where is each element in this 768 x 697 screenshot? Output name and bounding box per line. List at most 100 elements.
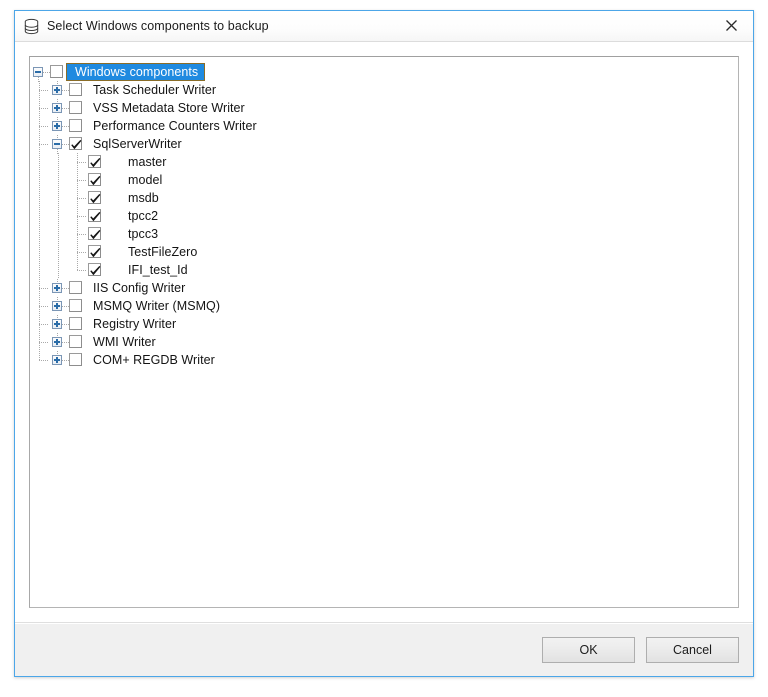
tree-guide (68, 243, 87, 261)
cancel-button[interactable]: Cancel (646, 636, 739, 663)
tree-guide (68, 171, 87, 189)
tree-expand-toggle[interactable] (49, 315, 69, 333)
ok-button[interactable]: OK (542, 636, 635, 663)
checkbox-box (69, 281, 82, 294)
tree-collapse-toggle[interactable] (49, 135, 69, 154)
tree-item-checkbox[interactable] (87, 261, 103, 279)
tree-item[interactable]: Task Scheduler Writer (30, 81, 738, 99)
tree-guide (49, 171, 68, 189)
tree-item-checkbox[interactable] (87, 153, 103, 171)
close-icon (725, 20, 737, 31)
check-icon (90, 157, 101, 168)
tree-guide (49, 189, 68, 207)
tree-guide (49, 225, 68, 243)
tree-item[interactable]: TestFileZero (30, 243, 738, 261)
database-icon (24, 18, 39, 34)
checkbox-box (88, 155, 101, 168)
tree-item-root[interactable]: Windows components (30, 63, 738, 82)
tree-item[interactable]: Registry Writer (30, 315, 738, 333)
tree-item-checkbox[interactable] (87, 189, 103, 207)
tree-item-label: TestFileZero (128, 245, 198, 259)
tree-item-label: Windows components (66, 63, 206, 81)
plus-icon (52, 301, 62, 311)
tree-guide (30, 171, 49, 189)
select-components-dialog: Select Windows components to backup Wind… (14, 10, 754, 677)
tree-item-checkbox[interactable] (87, 243, 103, 261)
checkbox-box (88, 227, 101, 240)
tree-item[interactable]: Performance Counters Writer (30, 117, 738, 135)
dialog-body: Windows components Task Scheduler Writer V… (15, 42, 753, 622)
tree-item-checkbox[interactable] (87, 207, 103, 225)
tree-item-checkbox[interactable] (68, 279, 84, 297)
checkbox-box (88, 245, 101, 258)
plus-icon (52, 121, 62, 131)
tree-expand-toggle[interactable] (49, 81, 69, 99)
tree-item-label: Performance Counters Writer (93, 119, 257, 133)
tree-expand-toggle[interactable] (49, 297, 69, 315)
dialog-footer: OK Cancel (15, 622, 753, 676)
tree-item-checkbox[interactable] (87, 171, 103, 189)
tree-item[interactable]: MSMQ Writer (MSMQ) (30, 297, 738, 315)
tree-guide (30, 279, 49, 297)
plus-icon (52, 337, 62, 347)
tree-item-checkbox[interactable] (68, 99, 84, 117)
tree-item[interactable]: model (30, 171, 738, 189)
tree-item-checkbox[interactable] (68, 333, 84, 351)
tree-item[interactable]: COM+ REGDB Writer (30, 351, 738, 369)
tree-item[interactable]: IIS Config Writer (30, 279, 738, 297)
tree-item-checkbox[interactable] (68, 315, 84, 333)
tree-guide (30, 261, 49, 279)
check-icon (90, 265, 101, 276)
tree-item-checkbox[interactable] (87, 225, 103, 243)
tree-item[interactable]: IFI_test_Id (30, 261, 738, 279)
check-icon (90, 229, 101, 240)
tree-item[interactable]: msdb (30, 189, 738, 207)
tree-item[interactable]: master (30, 153, 738, 171)
components-tree[interactable]: Windows components Task Scheduler Writer V… (29, 56, 739, 608)
checkbox-box (88, 191, 101, 204)
tree-collapse-toggle[interactable] (30, 63, 50, 82)
tree-guide (30, 225, 49, 243)
tree-expand-toggle[interactable] (49, 333, 69, 351)
tree-root-checkbox[interactable] (49, 63, 65, 81)
tree-item-label: master (128, 155, 167, 169)
tree-item[interactable]: tpcc2 (30, 207, 738, 225)
tree-expand-toggle[interactable] (49, 351, 69, 369)
tree-item-checkbox[interactable] (68, 297, 84, 315)
tree-item-checkbox[interactable] (68, 117, 84, 135)
tree-item-checkbox[interactable] (68, 135, 84, 153)
tree-item-label: IIS Config Writer (93, 281, 186, 295)
tree-guide (30, 81, 49, 99)
checkbox-box (88, 173, 101, 186)
tree-guide (30, 99, 49, 117)
tree-guide (49, 243, 68, 261)
tree-guide (30, 315, 49, 333)
tree-item[interactable]: SqlServerWriter (30, 135, 738, 154)
tree-item-label: COM+ REGDB Writer (93, 353, 215, 367)
tree-item-label: MSMQ Writer (MSMQ) (93, 299, 221, 313)
checkbox-box (69, 299, 82, 312)
tree-guide (49, 153, 68, 171)
tree-item-checkbox[interactable] (68, 351, 84, 369)
tree-item-label: IFI_test_Id (128, 263, 188, 277)
checkbox-box (69, 335, 82, 348)
tree-guide (30, 117, 49, 135)
tree-item[interactable]: WMI Writer (30, 333, 738, 351)
tree-expand-toggle[interactable] (49, 99, 69, 117)
tree-item-checkbox[interactable] (68, 81, 84, 99)
tree-item-label: tpcc2 (128, 209, 159, 223)
tree-guide (68, 189, 87, 207)
tree-item[interactable]: tpcc3 (30, 225, 738, 243)
dialog-title: Select Windows components to backup (47, 19, 269, 33)
tree-guide (68, 207, 87, 225)
plus-icon (52, 355, 62, 365)
close-button[interactable] (709, 11, 753, 40)
tree-expand-toggle[interactable] (49, 117, 69, 135)
tree-guide (30, 153, 49, 171)
check-icon (90, 175, 101, 186)
check-icon (71, 139, 82, 150)
tree-expand-toggle[interactable] (49, 279, 69, 297)
tree-guide (30, 135, 49, 153)
tree-item[interactable]: VSS Metadata Store Writer (30, 99, 738, 117)
